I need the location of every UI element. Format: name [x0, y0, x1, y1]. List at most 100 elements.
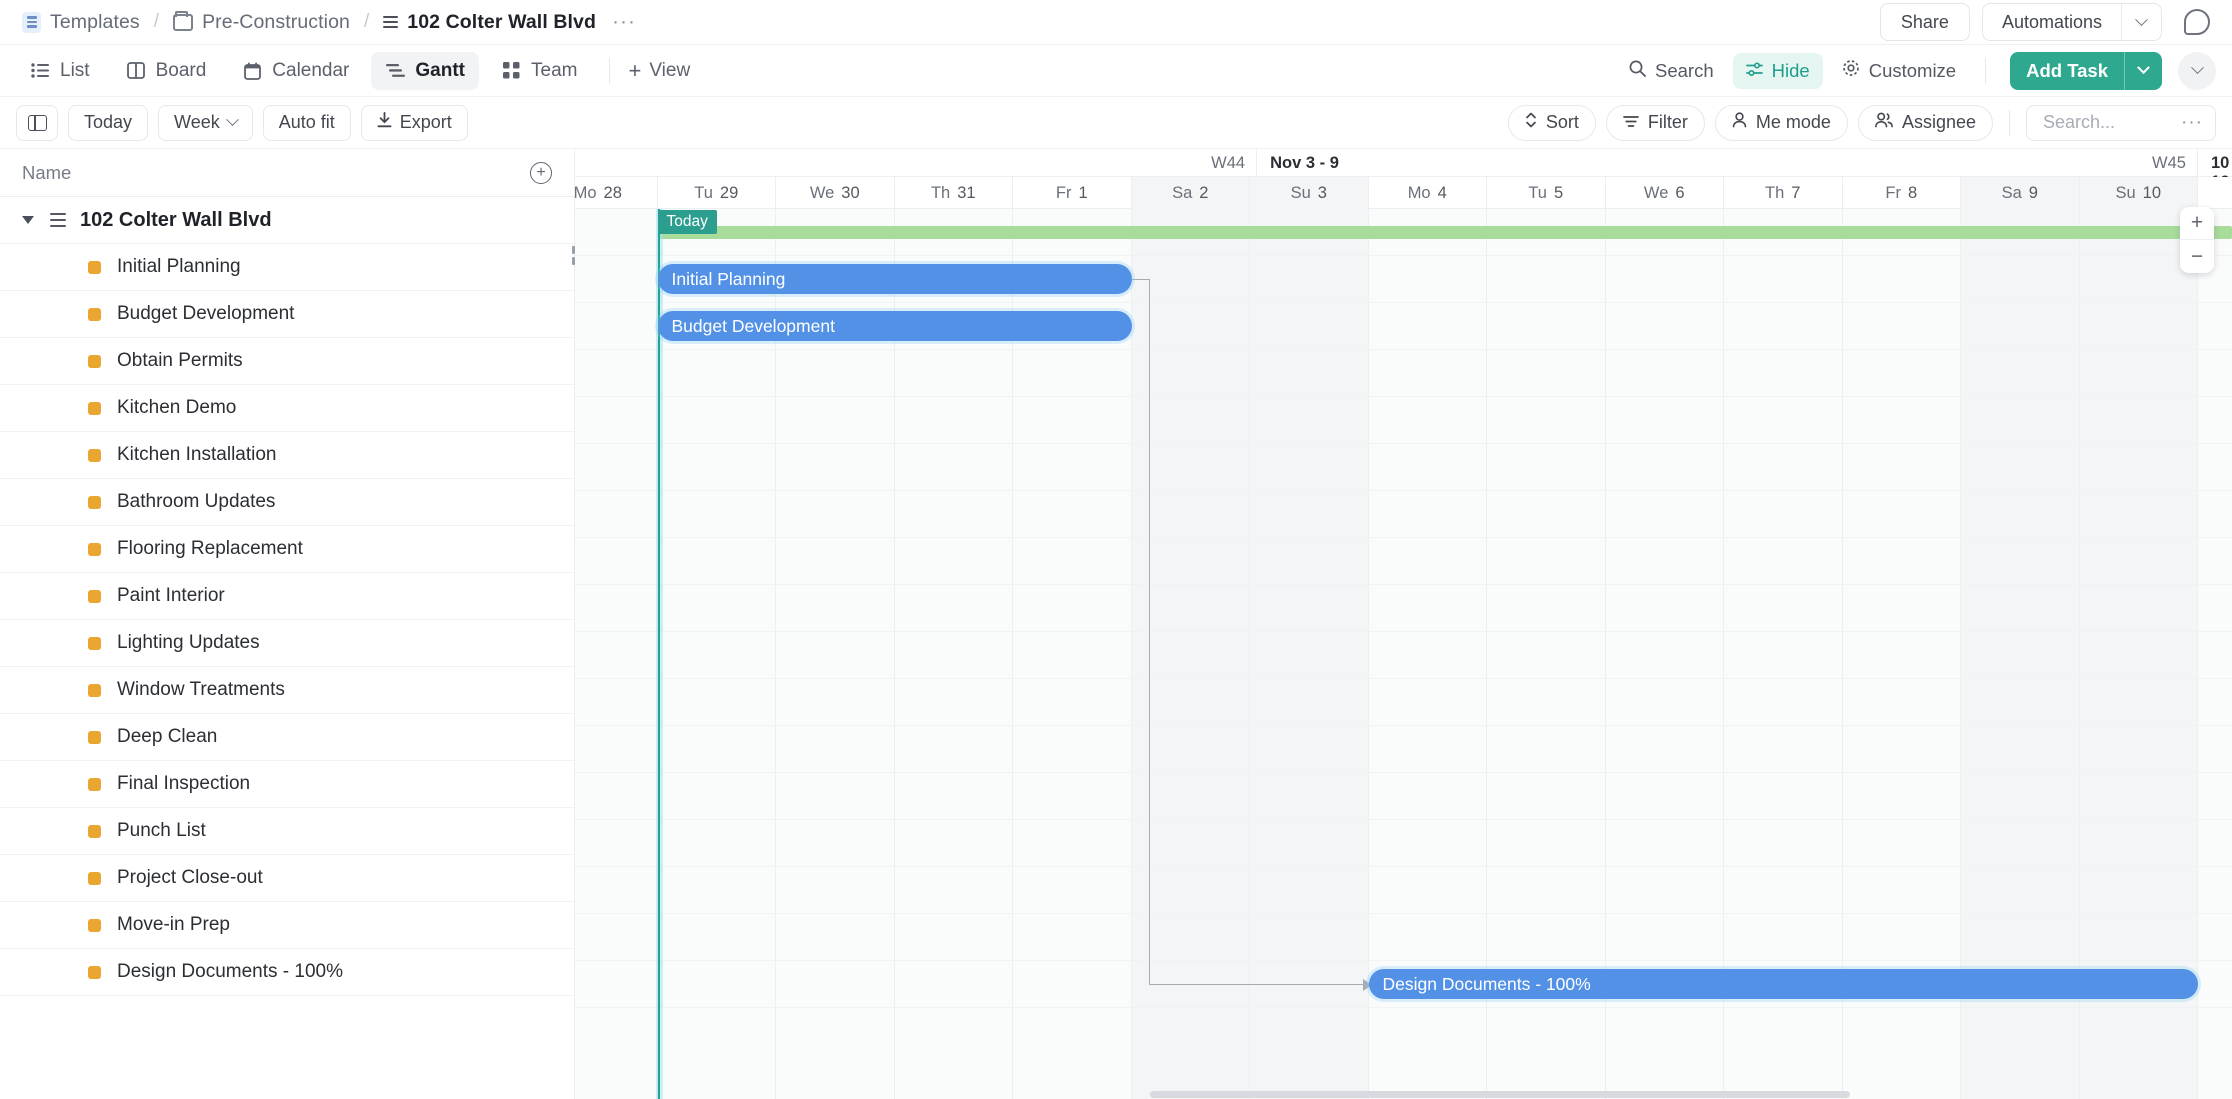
panel-toggle-button[interactable]	[16, 104, 58, 141]
task-name: Kitchen Installation	[117, 444, 277, 465]
tab-calendar[interactable]: Calendar	[228, 52, 363, 90]
customize-button[interactable]: Customize	[1829, 53, 1969, 89]
today-badge[interactable]: Today	[657, 210, 717, 234]
gantt-task-bar[interactable]: Budget Development	[657, 311, 1132, 341]
gantt-task-bar[interactable]: Initial Planning	[657, 264, 1132, 294]
headset-icon[interactable]	[2184, 9, 2210, 35]
add-task-dropdown-button[interactable]	[2124, 51, 2162, 90]
status-dot[interactable]	[88, 871, 101, 885]
add-task-button[interactable]: Add Task	[2010, 60, 2124, 82]
dependency-segment	[1148, 279, 1150, 984]
status-dot[interactable]	[88, 401, 101, 415]
task-row[interactable]: Kitchen Installation	[0, 432, 574, 479]
search-button-label: Search	[1655, 59, 1714, 81]
day-header-cell: Su 10	[2079, 177, 2198, 209]
hide-button[interactable]: Hide	[1732, 52, 1823, 89]
day-number: 31	[957, 183, 976, 202]
status-dot[interactable]	[88, 636, 101, 650]
status-dot[interactable]	[88, 307, 101, 321]
task-name: Deep Clean	[117, 726, 218, 747]
breadcrumb-item-templates[interactable]: Templates	[22, 11, 140, 34]
task-row[interactable]: Initial Planning	[0, 244, 574, 291]
export-button[interactable]: Export	[360, 104, 468, 141]
task-row[interactable]: Lighting Updates	[0, 620, 574, 667]
view-tabs-actions: Search Hide Customize Add Task	[1616, 51, 2216, 90]
week-header-cell: W44	[575, 149, 1258, 177]
sort-label: Sort	[1545, 112, 1579, 132]
dependency-connector[interactable]	[575, 209, 2232, 1099]
status-dot[interactable]	[88, 777, 101, 791]
zoom-level-select[interactable]: Week	[158, 104, 253, 141]
task-row[interactable]: Budget Development	[0, 291, 574, 338]
day-of-week: Sa	[1172, 183, 1193, 202]
day-header-cell: Fr 1	[1013, 177, 1132, 209]
status-dot[interactable]	[88, 495, 101, 509]
gantt-task-bar[interactable]: Design Documents - 100%	[1368, 969, 2198, 999]
chevron-down-icon[interactable]	[22, 216, 34, 224]
status-dot[interactable]	[88, 354, 101, 368]
status-dot[interactable]	[88, 824, 101, 838]
task-row[interactable]: Punch List	[0, 808, 574, 855]
task-name: Design Documents - 100%	[117, 961, 343, 982]
search-button[interactable]: Search	[1616, 53, 1727, 89]
task-list-header: Name +	[0, 149, 574, 197]
me-mode-button[interactable]: Me mode	[1714, 104, 1848, 141]
add-view-button[interactable]: + View	[620, 59, 698, 82]
horizontal-scrollbar[interactable]	[1150, 1089, 2232, 1099]
people-icon	[1875, 112, 1893, 133]
task-group-row[interactable]: 102 Colter Wall Blvd	[0, 197, 574, 244]
share-button[interactable]: Share	[1879, 3, 1970, 41]
sort-button[interactable]: Sort	[1507, 104, 1596, 141]
task-row[interactable]: Design Documents - 100%	[0, 949, 574, 996]
add-column-icon[interactable]: +	[530, 161, 552, 184]
status-dot[interactable]	[88, 448, 101, 462]
status-dot[interactable]	[88, 730, 101, 744]
day-of-week: Th	[930, 183, 951, 202]
search-more-icon[interactable]: ···	[2181, 112, 2203, 134]
task-row[interactable]: Project Close-out	[0, 855, 574, 902]
task-row[interactable]: Paint Interior	[0, 573, 574, 620]
task-name: Final Inspection	[117, 773, 251, 794]
task-row[interactable]: Kitchen Demo	[0, 385, 574, 432]
automations-dropdown-button[interactable]	[2121, 4, 2161, 40]
pane-resize-handle[interactable]	[569, 241, 579, 269]
day-of-week: Mo	[1407, 183, 1431, 202]
tab-team[interactable]: Team	[487, 52, 591, 90]
panel-toggle-icon	[27, 114, 47, 131]
task-row[interactable]: Obtain Permits	[0, 338, 574, 385]
task-row[interactable]: Final Inspection	[0, 761, 574, 808]
day-number: 6	[1675, 183, 1685, 202]
search-input[interactable]	[2043, 112, 2178, 133]
breadcrumb-more-icon[interactable]: ···	[612, 10, 636, 34]
status-dot[interactable]	[88, 589, 101, 603]
task-row[interactable]: Deep Clean	[0, 714, 574, 761]
task-row[interactable]: Move-in Prep	[0, 902, 574, 949]
breadcrumb-item-current-list[interactable]: 102 Colter Wall Blvd	[383, 11, 596, 34]
auto-fit-button[interactable]: Auto fit	[262, 104, 351, 141]
automations-button[interactable]: Automations	[1983, 4, 2121, 40]
task-row[interactable]: Bathroom Updates	[0, 479, 574, 526]
calendar-view-icon	[242, 61, 262, 81]
zoom-out-button[interactable]: −	[2180, 240, 2214, 273]
today-button[interactable]: Today	[68, 104, 149, 141]
more-actions-button[interactable]	[2178, 51, 2216, 90]
status-dot[interactable]	[88, 965, 101, 979]
assignee-button[interactable]: Assignee	[1857, 104, 1993, 141]
filter-button[interactable]: Filter	[1605, 104, 1705, 141]
tab-board[interactable]: Board	[112, 52, 221, 90]
tab-list[interactable]: List	[16, 52, 104, 90]
gantt-chart-pane[interactable]: W44Nov 3 - 9W45Nov 10 - 16 Mo28Tu29We30T…	[575, 149, 2232, 1099]
tab-gantt[interactable]: Gantt	[371, 51, 479, 90]
task-row[interactable]: Flooring Replacement	[0, 526, 574, 573]
status-dot[interactable]	[88, 683, 101, 697]
day-of-week: Fr	[1055, 183, 1072, 202]
status-dot[interactable]	[88, 918, 101, 932]
status-dot[interactable]	[88, 260, 101, 274]
breadcrumb-item-pre-construction[interactable]: Pre-Construction	[173, 10, 350, 34]
breadcrumb-separator: /	[153, 11, 160, 32]
status-dot[interactable]	[88, 542, 101, 556]
task-row[interactable]: Window Treatments	[0, 667, 574, 714]
task-name: Move-in Prep	[117, 914, 230, 935]
zoom-in-button[interactable]: +	[2180, 207, 2214, 240]
assignee-label: Assignee	[1901, 112, 1976, 132]
